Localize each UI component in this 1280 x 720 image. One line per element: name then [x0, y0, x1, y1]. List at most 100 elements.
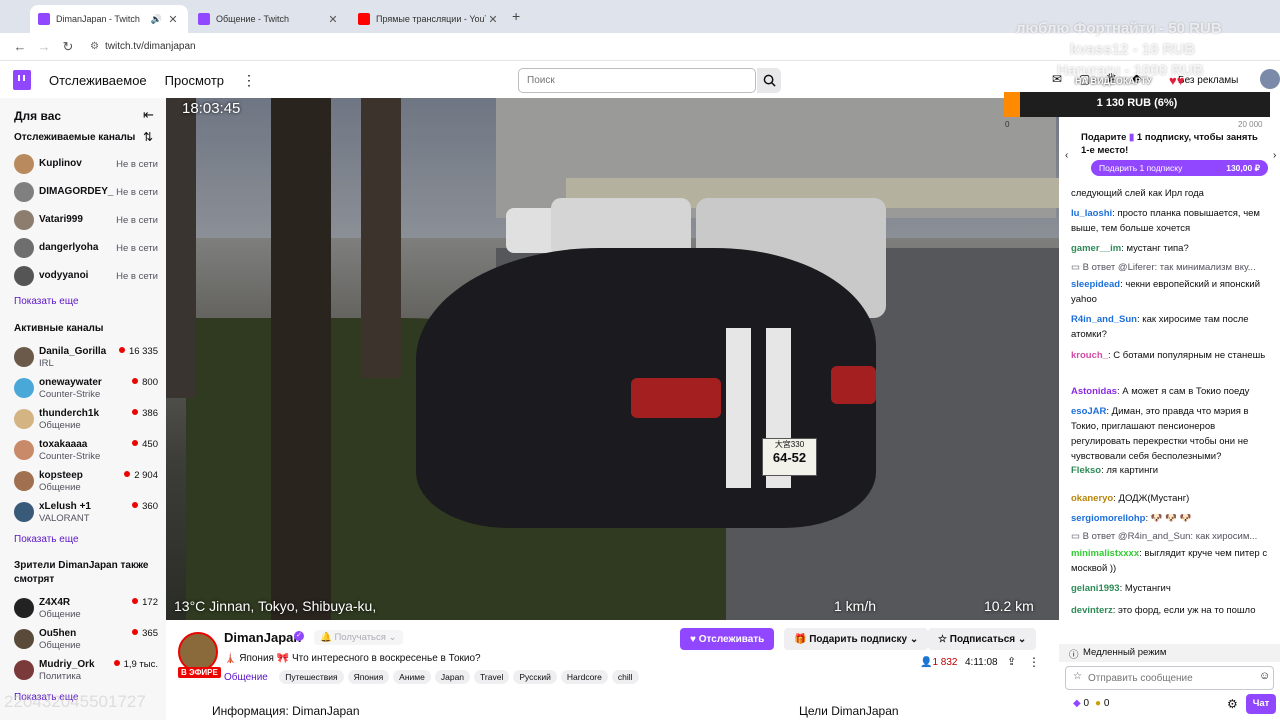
show-more-followed[interactable]: Показать еще: [14, 296, 79, 307]
close-tab-icon[interactable]: ✕: [486, 13, 500, 26]
gift-sub-chat-button[interactable]: Подарить 1 подписку 130,00 ₽: [1091, 160, 1268, 176]
speaker-icon[interactable]: 🔊: [151, 14, 162, 25]
chat-username[interactable]: sleepidead: [1071, 279, 1120, 290]
chat-username[interactable]: R4in_and_Sun: [1071, 314, 1137, 325]
sidebar-channel-row[interactable]: thunderch1k Общение 386: [0, 405, 166, 435]
gift-chat-label: Подарить 1 подписку: [1099, 163, 1183, 173]
channel-name[interactable]: DimanJapan: [224, 630, 301, 645]
chat-username[interactable]: krouch_: [1071, 350, 1108, 361]
tag-pill[interactable]: chill: [611, 670, 639, 684]
gift-prompt-2: 1 подписку, чтобы занять: [1136, 132, 1258, 143]
gift-sub-label: Подарить подписку: [809, 633, 908, 645]
close-tab-icon[interactable]: ✕: [166, 13, 180, 26]
channel-name: DIMAGORDEY_: [39, 186, 114, 197]
chat-username[interactable]: sergiomorellohp: [1071, 513, 1145, 524]
notify-button[interactable]: 🔔 Получаться ⌄: [314, 630, 403, 645]
tag-pill[interactable]: Japan: [434, 670, 471, 684]
tag-pill[interactable]: Русский: [513, 670, 557, 684]
show-more-active[interactable]: Показать еще: [14, 534, 79, 545]
chat-text: А может я сам в Токио поеду: [1122, 386, 1250, 397]
sidebar-channel-row[interactable]: onewaywater Counter-Strike 800: [0, 374, 166, 404]
video-player[interactable]: 大宮330 64-52 18:03:45 13°C Jinnan, Tokyo,…: [166, 98, 1059, 620]
sidebar-channel-row[interactable]: Mudriy_Ork Политика 1,9 тыс.: [0, 656, 166, 686]
chat-message: Flekso: ля картинги: [1071, 463, 1271, 478]
sidebar-channel-row[interactable]: Kuplinov Не в сети: [0, 150, 166, 180]
forward-icon[interactable]: →: [32, 39, 56, 54]
tab-youtube[interactable]: Прямые трансляции - YouTube ✕: [350, 5, 508, 33]
share-icon[interactable]: ⇪: [1007, 655, 1016, 668]
tag-pill[interactable]: Япония: [347, 670, 390, 684]
chat-message: krouch_: С ботами популярным не станешь: [1071, 348, 1271, 363]
chat-username[interactable]: gelani1993: [1071, 583, 1120, 594]
channel-viewers: 172: [132, 597, 158, 608]
tag-pill[interactable]: Travel: [474, 670, 510, 684]
more-options-icon[interactable]: ⋮: [1028, 655, 1040, 669]
sidebar-channel-row[interactable]: Vatari999 Не в сети: [0, 206, 166, 236]
tab-obshchenie[interactable]: Общение - Twitch ✕: [190, 5, 348, 33]
chat-text: ДОДЖ(Мустанг): [1118, 493, 1190, 504]
sidebar-channel-row[interactable]: Ou5hen Общение 365: [0, 625, 166, 655]
next-icon[interactable]: ›: [1273, 150, 1276, 161]
channel-category: Общение: [39, 420, 81, 431]
sort-icon[interactable]: ⇅: [143, 130, 153, 144]
sidebar-channel-row[interactable]: toxakaaaa Counter-Strike 450: [0, 436, 166, 466]
sidebar-channel-row[interactable]: vodyyanoi Не в сети: [0, 262, 166, 292]
chat-settings-icon[interactable]: ⚙: [1227, 697, 1238, 711]
search-button[interactable]: [757, 68, 781, 93]
sidebar-channel-row[interactable]: xLelush +1 VALORANT 360: [0, 498, 166, 528]
chat-username[interactable]: minimalistxxxx: [1071, 548, 1139, 559]
heart-icon: ♥♥: [1169, 73, 1185, 88]
sidebar-channel-row[interactable]: Danila_Gorilla IRL 16 335: [0, 343, 166, 373]
site-info-icon[interactable]: ⚙: [90, 41, 99, 52]
viewer-count-value: 1 832: [932, 657, 958, 668]
gift-sub-button[interactable]: 🎁 Подарить подписку ⌄: [784, 628, 929, 650]
tag-pill[interactable]: Путешествия: [279, 670, 344, 684]
new-tab-icon[interactable]: +: [512, 8, 520, 24]
chat-send-button[interactable]: Чат: [1246, 694, 1276, 714]
tab-dimanjapan[interactable]: DimanJapan - Twitch 🔊 ✕: [30, 5, 188, 33]
user-avatar[interactable]: [1260, 69, 1280, 89]
chat-username[interactable]: Astonidas: [1071, 386, 1117, 397]
nav-following[interactable]: Отслеживаемое: [49, 73, 147, 88]
channel-viewers: 386: [132, 408, 158, 419]
address-bar[interactable]: ⚙ twitch.tv/dimanjapan: [90, 41, 196, 52]
back-icon[interactable]: ←: [8, 39, 32, 54]
gift-prompt-3: 1-е место!: [1081, 145, 1129, 156]
chat-username[interactable]: lu_laoshi: [1071, 208, 1112, 219]
chat-input[interactable]: [1088, 670, 1248, 686]
close-tab-icon[interactable]: ✕: [326, 13, 340, 26]
tag-pill[interactable]: Аниме: [393, 670, 431, 684]
sidebar-channel-row[interactable]: Z4X4R Общение 172: [0, 594, 166, 624]
collapse-sidebar-icon[interactable]: ⇤: [143, 107, 154, 123]
tab-title: Прямые трансляции - YouTube: [376, 14, 486, 24]
goal-label: НА ВИДЕОКАРТУ: [1075, 76, 1152, 86]
follow-button[interactable]: ♥ Отслеживать: [680, 628, 775, 650]
twitch-logo-icon[interactable]: [13, 70, 31, 90]
prev-icon[interactable]: ‹: [1065, 150, 1068, 161]
chat-username[interactable]: esoJAR: [1071, 406, 1106, 417]
tag-pill[interactable]: Hardcore: [560, 670, 608, 684]
chat-username[interactable]: gamer__im: [1071, 243, 1121, 254]
uptime: 4:11:08: [965, 657, 998, 668]
chat-reply-context[interactable]: ▭ В ответ @R4in_and_Sun: как хиросим...: [1071, 531, 1271, 542]
chat-reply-context[interactable]: ▭ В ответ @Liferer: так минимализм вку..…: [1071, 262, 1271, 273]
reload-icon[interactable]: ↻: [56, 39, 80, 55]
channel-avatar: [14, 660, 34, 680]
chat-text: Мустангич: [1124, 583, 1171, 594]
search-input[interactable]: [518, 68, 756, 93]
chat-username[interactable]: okaneryo: [1071, 493, 1113, 504]
points-display[interactable]: ◆ 0 ● 0: [1073, 698, 1109, 709]
emote-icon[interactable]: ☺: [1259, 670, 1270, 682]
subscribe-button[interactable]: ☆ Подписаться ⌄: [928, 628, 1037, 650]
stream-category[interactable]: Общение: [224, 672, 268, 683]
badge-icon[interactable]: ☆: [1073, 671, 1082, 682]
chat-username[interactable]: devinterz: [1071, 605, 1113, 616]
channel-avatar[interactable]: [178, 632, 218, 672]
sidebar-channel-row[interactable]: dangerlyoha Не в сети: [0, 234, 166, 264]
chat-username[interactable]: Flekso: [1071, 465, 1101, 476]
more-icon[interactable]: ⋮: [242, 72, 256, 89]
channel-status: Не в сети: [116, 159, 158, 170]
sidebar-channel-row[interactable]: kopsteep Общение 2 904: [0, 467, 166, 497]
sidebar-channel-row[interactable]: DIMAGORDEY_ Не в сети: [0, 178, 166, 208]
nav-browse[interactable]: Просмотр: [165, 73, 224, 88]
